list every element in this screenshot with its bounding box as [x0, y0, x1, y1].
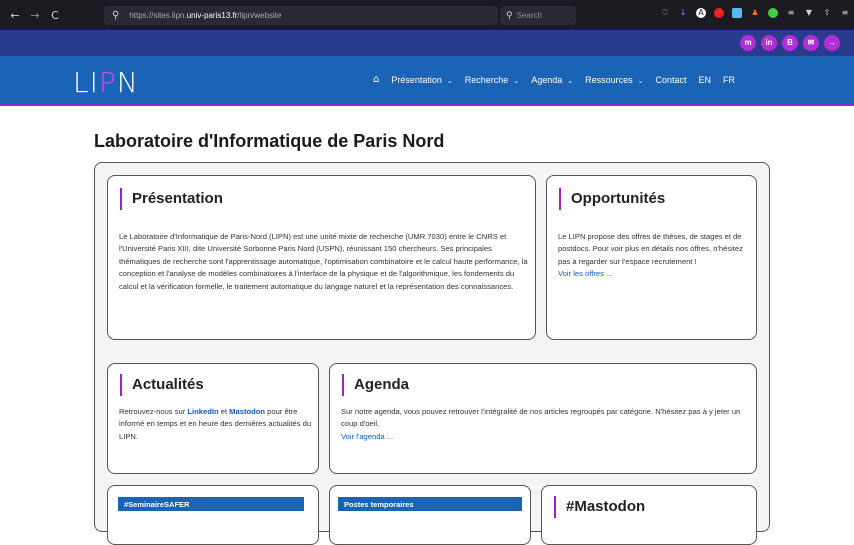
agenda-card: Agenda Sur notre agenda, vous pouvez ret…	[329, 363, 757, 474]
content-panel: Présentation Le Laboratoire d'Informatiq…	[94, 162, 770, 545]
linkedin-icon[interactable]: in	[761, 35, 777, 51]
extension-person-icon[interactable]: ♟	[750, 8, 760, 18]
menu-item-ressources[interactable]: Ressources ⌄	[585, 75, 643, 85]
extension-a-icon[interactable]: A	[696, 8, 706, 18]
mastodon-title: #Mastodon	[554, 496, 645, 518]
reload-icon[interactable]: C	[46, 9, 64, 22]
menu-item-fr[interactable]: FR	[723, 75, 735, 85]
menu-item-agenda[interactable]: Agenda ⌄	[531, 75, 573, 85]
search-icon: ⚲	[112, 10, 120, 21]
opportunites-card: Opportunités Le LIPN propose des offres …	[546, 175, 757, 340]
forward-arrow-icon[interactable]: →	[26, 9, 44, 22]
home-icon[interactable]: ⌂	[373, 74, 379, 85]
search-icon: ⚲	[506, 10, 513, 21]
extension-green-icon[interactable]	[768, 8, 778, 18]
lipn-logo[interactable]: LIPN	[73, 66, 139, 99]
agenda-text: Sur notre agenda, vous pouvez retrouver …	[341, 407, 741, 441]
browser-search-box[interactable]: ⚲	[500, 6, 576, 25]
mail-icon[interactable]: ✉	[803, 35, 819, 51]
linkedin-link[interactable]: LinkedIn	[187, 407, 218, 416]
menu-item-en[interactable]: EN	[699, 75, 712, 85]
mastodon-link[interactable]: Mastodon	[229, 407, 265, 416]
extension-translate-icon[interactable]: ≡	[786, 8, 796, 18]
mastodon-icon[interactable]: m	[740, 35, 756, 51]
voir-agenda-link[interactable]: Voir l'agenda ...	[341, 432, 393, 441]
agenda-title: Agenda	[342, 374, 409, 396]
browser-toolbar: ← → C ⚲ https://sites.lipn.univ-paris13.…	[0, 0, 854, 30]
chevron-down-icon: ⌄	[637, 76, 644, 85]
actualites-title: Actualités	[120, 374, 204, 396]
opportunites-title: Opportunités	[559, 188, 665, 210]
pocket-icon[interactable]: ♡	[660, 8, 670, 18]
url-text[interactable]: https://sites.lipn.univ-paris13.fr/lipn/…	[129, 11, 281, 20]
site-header: LIPN ⌂ Présentation ⌄ Recherche ⌄ Agenda ⌄ …	[0, 56, 854, 106]
presentation-title: Présentation	[120, 188, 223, 210]
login-icon[interactable]: →	[824, 35, 840, 51]
menu-item-contact[interactable]: Contact	[656, 75, 687, 85]
presentation-card: Présentation Le Laboratoire d'Informatiq…	[107, 175, 536, 340]
back-arrow-icon[interactable]: ←	[6, 9, 24, 22]
blog-icon[interactable]: B	[782, 35, 798, 51]
seminaire-banner[interactable]: #SeminaireSAFER	[118, 497, 304, 511]
browser-search-input[interactable]	[516, 11, 567, 20]
chevron-down-icon: ⌄	[513, 76, 520, 85]
mastodon-card: #Mastodon	[541, 485, 757, 545]
voir-offres-link[interactable]: Voir les offres ...	[558, 269, 612, 278]
social-bar: m in B ✉ →	[0, 30, 854, 56]
share-icon[interactable]: ⇧	[822, 8, 832, 18]
postes-card: Postes temporaires	[329, 485, 531, 545]
menu-item-presentation[interactable]: Présentation ⌄	[391, 75, 452, 85]
page-title: Laboratoire d'Informatique de Paris Nord	[94, 131, 445, 151]
postes-banner[interactable]: Postes temporaires	[338, 497, 522, 511]
chevron-down-icon: ⌄	[567, 76, 574, 85]
chevron-down-icon: ⌄	[446, 76, 453, 85]
extension-red-icon[interactable]	[714, 8, 724, 18]
address-bar[interactable]: ⚲ https://sites.lipn.univ-paris13.fr/lip…	[104, 6, 498, 25]
actualites-card: Actualités Retrouvez-nous sur LinkedIn e…	[107, 363, 319, 474]
opportunites-text: Le LIPN propose des offres de thèses, de…	[558, 232, 743, 279]
extension-icons: ♡ ↓ A ♟ ≡ ▼ ⇧ ≡	[660, 8, 850, 18]
download-icon[interactable]: ↓	[678, 8, 688, 18]
actualites-text: Retrouvez-nous sur LinkedIn et Mastodon …	[119, 407, 312, 441]
seminaire-card: #SeminaireSAFER	[107, 485, 319, 545]
menu-item-recherche[interactable]: Recherche ⌄	[465, 75, 519, 85]
extension-save-icon[interactable]	[732, 8, 742, 18]
extension-filter-icon[interactable]: ▼	[804, 8, 814, 18]
menu-icon[interactable]: ≡	[840, 8, 850, 18]
presentation-text: Le Laboratoire d'Informatique de Paris-N…	[119, 232, 528, 291]
main-menu: ⌂ Présentation ⌄ Recherche ⌄ Agenda ⌄ Resso…	[373, 74, 747, 85]
